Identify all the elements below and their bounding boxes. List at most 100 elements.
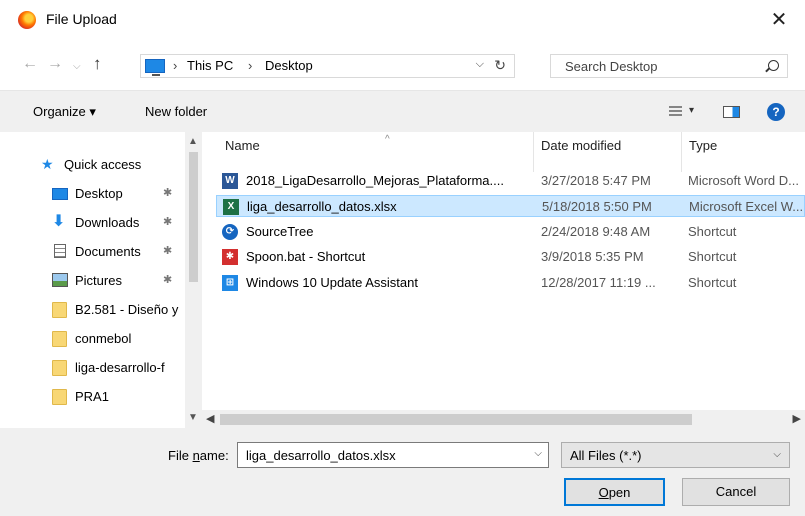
pin-icon[interactable]: ✱ <box>163 273 172 286</box>
file-row[interactable]: W 2018_LigaDesarrollo_Mejoras_Plataforma… <box>216 170 805 192</box>
label-text: ame: <box>199 448 229 463</box>
file-row[interactable]: ✱ Spoon.bat - Shortcut 3/9/2018 5:35 PM … <box>216 246 805 268</box>
breadcrumb-desktop[interactable]: Desktop <box>265 58 313 73</box>
sidebar-item-folder[interactable]: PRA1 <box>0 386 185 408</box>
search-input[interactable] <box>551 55 751 77</box>
this-pc-icon <box>145 59 165 76</box>
file-type: Shortcut <box>688 275 737 290</box>
scroll-right-icon[interactable]: ▶ <box>793 412 801 425</box>
recent-locations-dropdown[interactable]: ⌵ <box>73 57 81 77</box>
file-name-input[interactable] <box>238 443 528 467</box>
sidebar-item-folder[interactable]: conmebol <box>0 328 185 350</box>
file-type-filter-select[interactable]: All Files (*.*) ⌵ <box>561 442 790 468</box>
preview-pane-icon[interactable] <box>723 106 740 118</box>
file-type-filter-value: All Files (*.*) <box>570 448 642 463</box>
navigation-pane-scrollbar[interactable]: ▲ ▼ <box>185 132 202 428</box>
folder-icon <box>52 360 67 376</box>
folder-icon <box>52 302 67 318</box>
download-icon: ⬇ <box>52 213 66 230</box>
file-row-selected[interactable]: X liga_desarrollo_datos.xlsx 5/18/2018 5… <box>216 195 805 217</box>
sidebar-item-folder[interactable]: B2.581 - Diseño y <box>0 299 185 321</box>
file-name-combobox[interactable]: ⌵ <box>237 442 549 468</box>
open-label: pen <box>608 485 631 500</box>
sidebar-item-folder[interactable]: liga-desarrollo-f <box>0 357 185 379</box>
file-row[interactable]: ⊞ Windows 10 Update Assistant 12/28/2017… <box>216 272 805 294</box>
back-arrow-icon[interactable]: ← <box>22 54 38 74</box>
pin-icon[interactable]: ✱ <box>163 215 172 228</box>
title-bar: File Upload ✕ <box>0 0 805 40</box>
firefox-icon <box>18 11 36 29</box>
sidebar-item-documents[interactable]: Documents ✱ <box>0 241 185 263</box>
new-folder-button[interactable]: New folder <box>145 104 207 119</box>
sidebar-item-downloads[interactable]: ⬇ Downloads ✱ <box>0 212 185 234</box>
folder-icon <box>52 331 67 347</box>
sidebar-item-label: Quick access <box>64 157 142 172</box>
breadcrumb-separator[interactable]: › <box>173 58 177 73</box>
open-button[interactable]: Open <box>564 478 665 506</box>
documents-icon <box>54 244 66 258</box>
star-icon: ★ <box>41 156 54 172</box>
column-header-date-modified[interactable]: Date modified <box>541 132 681 160</box>
file-type: Microsoft Word D... <box>688 173 800 188</box>
cancel-button[interactable]: Cancel <box>682 478 790 506</box>
column-header-type[interactable]: Type <box>689 132 805 160</box>
sidebar-item-label: Desktop <box>75 186 123 201</box>
file-date: 3/27/2018 5:47 PM <box>541 173 651 188</box>
pin-icon[interactable]: ✱ <box>163 186 172 199</box>
sidebar-item-label: Pictures <box>75 273 122 288</box>
sidebar-item-label: PRA1 <box>75 389 109 404</box>
pin-icon[interactable]: ✱ <box>163 244 172 257</box>
file-list: Name ^ Date modified Type W 2018_LigaDes… <box>208 132 805 410</box>
excel-icon: X <box>223 199 239 215</box>
sidebar-item-label: conmebol <box>75 331 132 346</box>
file-name: Spoon.bat - Shortcut <box>246 249 366 264</box>
view-options-icon[interactable] <box>669 106 682 117</box>
file-date: 5/18/2018 5:50 PM <box>542 199 652 214</box>
address-dropdown-icon[interactable]: ⌵ <box>476 58 484 71</box>
file-date: 2/24/2018 9:48 AM <box>541 224 651 239</box>
refresh-icon[interactable]: ↻ <box>494 57 506 74</box>
spoon-icon: ✱ <box>222 249 238 265</box>
close-icon[interactable]: ✕ <box>765 6 793 34</box>
sidebar-item-quick-access[interactable]: ★ Quick access <box>0 154 185 176</box>
scroll-left-icon[interactable]: ◀ <box>206 412 214 425</box>
file-row[interactable]: ⟳ SourceTree 2/24/2018 9:48 AM Shortcut <box>216 221 805 243</box>
word-icon: W <box>222 173 238 189</box>
search-box[interactable] <box>550 54 788 78</box>
sidebar-item-desktop[interactable]: Desktop ✱ <box>0 183 185 205</box>
navigation-pane: ★ Quick access Desktop ✱ ⬇ Downloads ✱ D… <box>0 132 200 428</box>
command-bar: Organize ▾ New folder ▾ ? <box>0 90 805 132</box>
scroll-down-icon[interactable]: ▼ <box>188 412 198 423</box>
scrollbar-thumb[interactable] <box>220 414 692 425</box>
pictures-icon <box>52 273 68 287</box>
column-header-name[interactable]: Name ^ <box>225 132 535 160</box>
forward-arrow-icon[interactable]: → <box>47 54 63 74</box>
address-bar[interactable]: › This PC › Desktop ⌵ ↻ <box>140 54 515 78</box>
organize-button[interactable]: Organize ▾ <box>33 104 96 120</box>
breadcrumb-this-pc[interactable]: This PC <box>187 58 233 73</box>
chevron-down-icon[interactable]: ⌵ <box>534 448 542 459</box>
dialog-footer: File name: ⌵ All Files (*.*) ⌵ Open Canc… <box>0 428 805 516</box>
sidebar-item-pictures[interactable]: Pictures ✱ <box>0 270 185 292</box>
view-options-dropdown[interactable]: ▾ <box>689 105 694 116</box>
file-list-horizontal-scrollbar[interactable]: ◀ ▶ <box>200 410 805 428</box>
folder-icon <box>52 389 67 405</box>
chevron-down-icon[interactable]: ⌵ <box>773 449 781 460</box>
desktop-icon <box>52 188 68 200</box>
label-accelerator: n <box>192 448 200 463</box>
column-divider[interactable] <box>681 132 682 172</box>
file-name: liga_desarrollo_datos.xlsx <box>247 199 397 214</box>
scroll-up-icon[interactable]: ▲ <box>188 136 198 147</box>
sidebar-item-label: Documents <box>75 244 141 259</box>
file-upload-dialog: File Upload ✕ ← → ⌵ ↑ › This PC › Deskto… <box>0 0 805 516</box>
column-divider[interactable] <box>533 132 534 172</box>
open-accelerator: O <box>598 485 609 500</box>
file-type: Shortcut <box>688 224 737 239</box>
scrollbar-thumb[interactable] <box>189 152 198 282</box>
help-icon[interactable]: ? <box>767 103 785 121</box>
search-icon[interactable] <box>768 60 779 71</box>
breadcrumb-separator[interactable]: › <box>248 58 252 73</box>
file-name: Windows 10 Update Assistant <box>246 275 418 290</box>
file-type: Microsoft Excel W... <box>689 199 804 214</box>
up-arrow-icon[interactable]: ↑ <box>93 54 102 74</box>
